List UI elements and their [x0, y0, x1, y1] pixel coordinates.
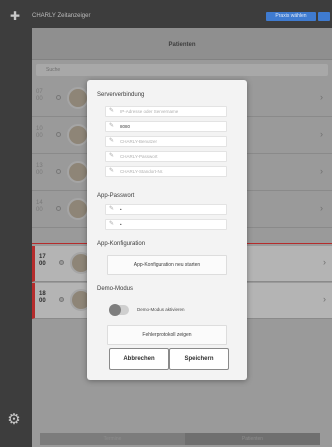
- sidebar: ⚙: [0, 28, 32, 447]
- top-extra-button[interactable]: [318, 12, 330, 21]
- list-header: Patienten: [32, 28, 332, 60]
- time-label: 17 00: [39, 254, 46, 267]
- app-password-field[interactable]: ✎ •: [105, 204, 227, 215]
- bottom-tab-bar: Termine Patienten: [40, 433, 320, 445]
- chevron-right-icon[interactable]: ›: [320, 129, 323, 139]
- top-bar: ✚ CHARLY Zeitanzeiger Praxis wählen: [0, 0, 332, 28]
- chevron-right-icon[interactable]: ›: [320, 166, 323, 176]
- app-title: CHARLY Zeitanzeiger: [32, 13, 91, 19]
- toggle-knob: [109, 304, 121, 316]
- pencil-icon: ✎: [109, 168, 115, 174]
- chevron-right-icon[interactable]: ›: [320, 203, 323, 213]
- page-title: Patienten: [168, 42, 196, 48]
- timeline-dot: [59, 297, 64, 302]
- avatar: [67, 87, 89, 109]
- search-placeholder: Suche: [46, 67, 61, 73]
- timeline-dot: [56, 95, 61, 100]
- time-label: 10 00: [36, 126, 43, 139]
- timeline-dot: [56, 132, 61, 137]
- chevron-right-icon[interactable]: ›: [320, 92, 323, 102]
- time-label: 13 00: [36, 163, 43, 176]
- charly-location-field[interactable]: ✎ CHARLY-Standort-Nr.: [105, 166, 227, 177]
- app-logo-icon: ✚: [10, 9, 21, 23]
- cancel-button[interactable]: Abbrechen: [109, 348, 169, 370]
- charly-password-field[interactable]: ✎ CHARLY-Passwort: [105, 151, 227, 162]
- time-label: 18 00: [39, 291, 46, 304]
- charly-user-placeholder: CHARLY-Benutzer: [120, 139, 158, 144]
- charly-password-placeholder: CHARLY-Passwort: [120, 154, 158, 159]
- timeline-dot: [56, 206, 61, 211]
- tab-patients[interactable]: Patienten: [185, 433, 320, 445]
- practice-button[interactable]: Praxis wählen: [266, 12, 316, 21]
- save-button[interactable]: Speichern: [169, 348, 229, 370]
- time-label: 07 00: [36, 89, 43, 102]
- tab-appointments[interactable]: Termine: [40, 433, 185, 445]
- pencil-icon: ✎: [109, 221, 115, 227]
- pencil-icon: ✎: [109, 138, 115, 144]
- app-password-confirm-field[interactable]: ✎ •: [105, 219, 227, 230]
- port-value: 8080: [120, 124, 131, 129]
- charly-user-field[interactable]: ✎ CHARLY-Benutzer: [105, 136, 227, 147]
- settings-dialog: Serververbindung ✎ IP-Adresse oder Serve…: [87, 80, 247, 380]
- charly-location-placeholder: CHARLY-Standort-Nr.: [120, 169, 164, 174]
- avatar: [67, 161, 89, 183]
- timeline-dot: [59, 260, 64, 265]
- app-password-value: •: [120, 207, 122, 212]
- avatar: [67, 198, 89, 220]
- time-label: 14 00: [36, 200, 43, 213]
- chevron-right-icon[interactable]: ›: [323, 294, 326, 304]
- restart-config-button[interactable]: App-Konfiguration neu starten: [107, 255, 227, 275]
- demo-mode-label: Demo-Modus aktivieren: [137, 307, 185, 312]
- pencil-icon: ✎: [109, 206, 115, 212]
- port-field[interactable]: ✎ 8080: [105, 121, 227, 132]
- server-address-field[interactable]: ✎ IP-Adresse oder Servername: [105, 106, 227, 117]
- search-input[interactable]: Suche: [36, 64, 328, 76]
- demo-mode-toggle[interactable]: [109, 304, 129, 316]
- server-section-title: Serververbindung: [97, 92, 145, 98]
- pencil-icon: ✎: [109, 153, 115, 159]
- avatar: [67, 124, 89, 146]
- gear-icon[interactable]: ⚙: [6, 412, 22, 428]
- timeline-dot: [56, 169, 61, 174]
- chevron-right-icon[interactable]: ›: [323, 257, 326, 267]
- error-log-button[interactable]: Fehlerprotokoll zeigen: [107, 325, 227, 345]
- pencil-icon: ✎: [109, 108, 115, 114]
- demo-section-title: Demo-Modus: [97, 286, 134, 292]
- app-password-section-title: App-Passwort: [97, 193, 135, 199]
- app-config-section-title: App-Konfiguration: [97, 241, 146, 247]
- server-address-placeholder: IP-Adresse oder Servername: [120, 109, 179, 114]
- app-password-confirm-value: •: [120, 222, 122, 227]
- pencil-icon: ✎: [109, 123, 115, 129]
